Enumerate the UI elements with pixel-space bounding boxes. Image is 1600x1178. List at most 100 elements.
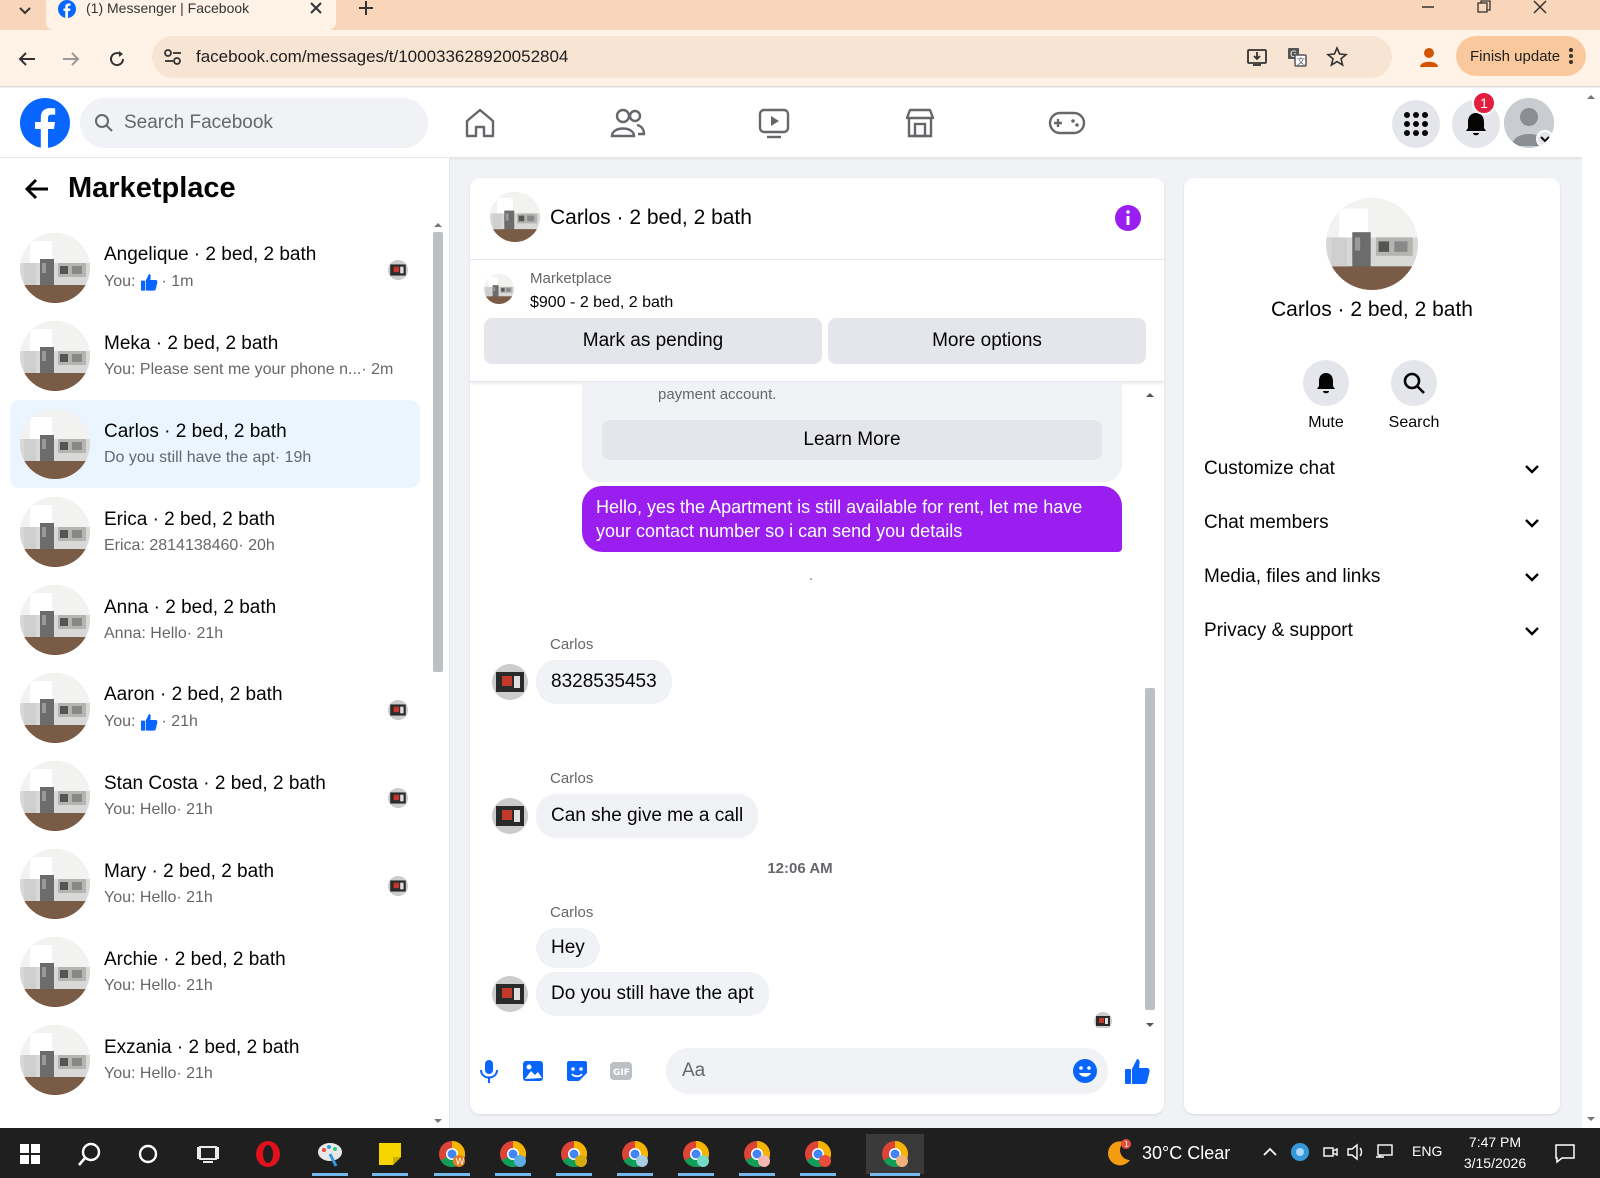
- conversation-avatar[interactable]: [20, 409, 90, 479]
- tab-search-chevron-icon[interactable]: [10, 0, 40, 22]
- chat-title[interactable]: Carlos · 2 bed, 2 bath: [550, 206, 752, 230]
- conversation-item[interactable]: Archie · 2 bed, 2 bath You: Hello · 21h: [10, 928, 420, 1016]
- left-scrollbar[interactable]: [432, 218, 444, 1128]
- incoming-message[interactable]: Can she give me a call: [536, 794, 759, 838]
- mark-as-pending-button[interactable]: Mark as pending: [484, 318, 822, 364]
- app-tray-icon[interactable]: [1288, 1140, 1312, 1164]
- gif-icon[interactable]: GIF: [608, 1058, 634, 1084]
- new-tab-plus-icon[interactable]: [354, 0, 378, 16]
- paint-app-icon[interactable]: [308, 1134, 352, 1176]
- sender-avatar[interactable]: [492, 664, 528, 700]
- chrome-profile-icon[interactable]: [552, 1134, 596, 1176]
- scroll-down-icon[interactable]: [432, 1116, 444, 1126]
- outgoing-message[interactable]: Hello, yes the Apartment is still availa…: [582, 486, 1122, 552]
- finish-update-button[interactable]: Finish update: [1456, 36, 1586, 76]
- scroll-up-icon[interactable]: [432, 220, 444, 230]
- photo-icon[interactable]: [520, 1058, 546, 1084]
- marketplace-icon[interactable]: [899, 102, 941, 144]
- weather-widget[interactable]: 1 30°C Clear: [1104, 1138, 1230, 1168]
- conversation-avatar[interactable]: [20, 673, 90, 743]
- conversation-avatar[interactable]: [20, 497, 90, 567]
- network-icon[interactable]: [1372, 1140, 1396, 1164]
- chrome-profile-icon[interactable]: [613, 1134, 657, 1176]
- conversation-avatar[interactable]: [20, 321, 90, 391]
- language-indicator[interactable]: ENG: [1412, 1143, 1442, 1159]
- conversation-item[interactable]: Exzania · 2 bed, 2 bath You: Hello · 21h: [10, 1016, 420, 1104]
- close-tab-icon[interactable]: [308, 0, 324, 16]
- section-privacy-support[interactable]: Privacy & support: [1204, 604, 1540, 658]
- browser-tab-messenger[interactable]: (1) Messenger | Facebook: [46, 0, 336, 30]
- volume-icon[interactable]: [1344, 1140, 1368, 1164]
- chrome-profile-icon[interactable]: [491, 1134, 535, 1176]
- address-bar[interactable]: facebook.com/messages/t/1000336289200528…: [152, 36, 1392, 78]
- search-action[interactable]: Search: [1374, 360, 1454, 432]
- section-chat-members[interactable]: Chat members: [1204, 496, 1540, 550]
- page-scrollbar[interactable]: [1582, 88, 1600, 1128]
- conversation-avatar[interactable]: [20, 849, 90, 919]
- menu-grid-icon[interactable]: [1392, 100, 1440, 148]
- incoming-message[interactable]: 8328535453: [536, 660, 672, 704]
- account-chevron-icon[interactable]: [1536, 130, 1554, 148]
- section-media-files-links[interactable]: Media, files and links: [1204, 550, 1540, 604]
- conversation-item[interactable]: Anna · 2 bed, 2 bath Anna: Hello · 21h: [10, 576, 420, 664]
- friends-icon[interactable]: [607, 102, 649, 144]
- show-hidden-icons-chevron-icon[interactable]: [1258, 1140, 1282, 1164]
- microphone-icon[interactable]: [476, 1058, 502, 1084]
- conversation-avatar[interactable]: [20, 233, 90, 303]
- search-icon[interactable]: [1391, 360, 1437, 406]
- translate-icon[interactable]: G文: [1286, 46, 1308, 68]
- chrome-profile-icon[interactable]: [735, 1134, 779, 1176]
- conversation-item[interactable]: Carlos · 2 bed, 2 bath Do you still have …: [10, 400, 420, 488]
- chat-avatar[interactable]: [490, 192, 540, 242]
- thumbs-up-icon[interactable]: [1122, 1056, 1152, 1086]
- listing-thumbnail[interactable]: [484, 274, 514, 304]
- conversation-avatar[interactable]: [20, 1025, 90, 1095]
- install-app-icon[interactable]: [1246, 46, 1268, 68]
- chat-scrollbar[interactable]: [1142, 390, 1158, 1030]
- incoming-message[interactable]: Do you still have the apt: [536, 972, 769, 1016]
- notification-center-icon[interactable]: [1550, 1138, 1580, 1168]
- close-window-icon[interactable]: [1516, 0, 1564, 14]
- sticky-notes-icon[interactable]: [368, 1134, 412, 1176]
- message-input[interactable]: [682, 1060, 1042, 1082]
- conversation-item[interactable]: Angelique · 2 bed, 2 bath You: · 1m: [10, 224, 420, 312]
- sticker-icon[interactable]: [564, 1058, 590, 1084]
- facebook-search-box[interactable]: [80, 98, 428, 148]
- scroll-up-icon[interactable]: [1142, 390, 1158, 400]
- cortana-icon[interactable]: [126, 1134, 170, 1174]
- contact-name[interactable]: Carlos · 2 bed, 2 bath: [1184, 298, 1560, 322]
- gaming-icon[interactable]: [1046, 102, 1088, 144]
- contact-avatar[interactable]: [1326, 198, 1418, 290]
- incoming-message[interactable]: Hey: [536, 928, 600, 968]
- url-text[interactable]: facebook.com/messages/t/1000336289200528…: [196, 47, 568, 67]
- chrome-profile-icon[interactable]: W: [430, 1134, 474, 1176]
- scroll-down-icon[interactable]: [1582, 1114, 1600, 1124]
- left-scrollbar-thumb[interactable]: [433, 232, 443, 672]
- opera-icon[interactable]: [246, 1134, 290, 1174]
- site-settings-icon[interactable]: [162, 46, 184, 68]
- conversation-avatar[interactable]: [20, 937, 90, 1007]
- windows-start-icon[interactable]: [8, 1134, 52, 1174]
- scroll-up-icon[interactable]: [1582, 92, 1600, 102]
- learn-more-button[interactable]: Learn More: [602, 420, 1102, 460]
- chrome-profile-icon[interactable]: [674, 1134, 718, 1176]
- emoji-icon[interactable]: [1072, 1058, 1098, 1084]
- info-icon[interactable]: [1114, 204, 1142, 232]
- conversation-item[interactable]: Erica · 2 bed, 2 bath Erica: 2814138460 ·…: [10, 488, 420, 576]
- facebook-search-input[interactable]: [124, 112, 414, 134]
- back-arrow-icon[interactable]: [24, 177, 50, 201]
- chat-scrollbar-thumb[interactable]: [1145, 688, 1155, 1010]
- conversation-avatar[interactable]: [20, 761, 90, 831]
- task-view-icon[interactable]: [186, 1134, 230, 1174]
- chrome-profile-icon[interactable]: [796, 1134, 840, 1176]
- taskbar-clock[interactable]: 7:47 PM 3/15/2026: [1452, 1132, 1538, 1174]
- conversation-item[interactable]: Mary · 2 bed, 2 bath You: Hello · 21h: [10, 840, 420, 928]
- back-arrow-icon[interactable]: [12, 44, 42, 74]
- forward-arrow-icon[interactable]: [56, 44, 86, 74]
- conversation-item[interactable]: Stan Costa · 2 bed, 2 bath You: Hello · 2…: [10, 752, 420, 840]
- restore-window-icon[interactable]: [1460, 0, 1508, 14]
- taskbar-search-icon[interactable]: [68, 1134, 112, 1174]
- video-icon[interactable]: [753, 102, 795, 144]
- profile-avatar[interactable]: [1504, 98, 1554, 148]
- conversation-item[interactable]: Aaron · 2 bed, 2 bath You: · 21h: [10, 664, 420, 752]
